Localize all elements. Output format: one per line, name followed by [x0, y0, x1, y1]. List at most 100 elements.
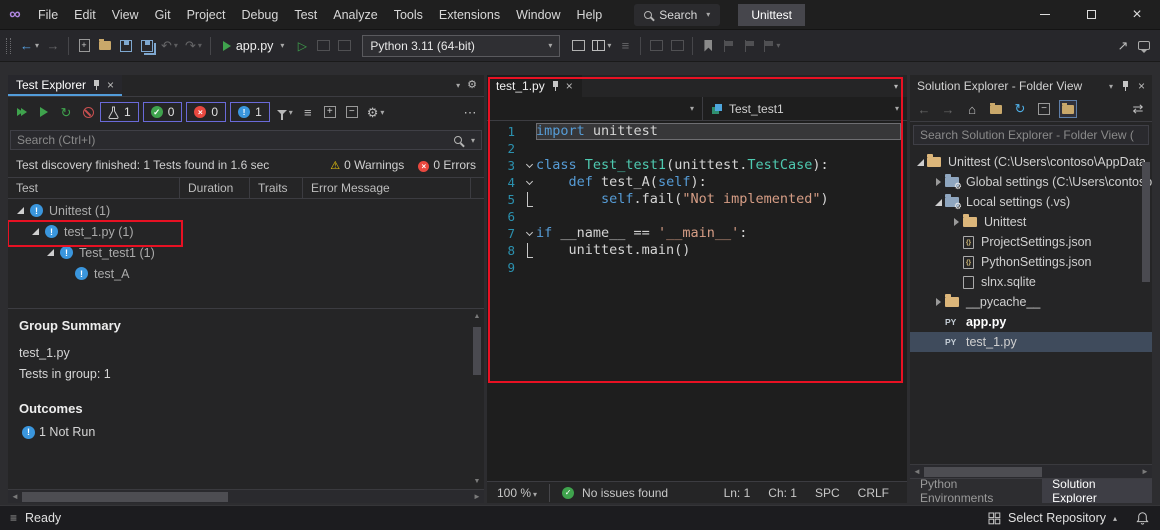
- menu-help[interactable]: Help: [569, 0, 611, 29]
- expander-icon[interactable]: [932, 296, 945, 309]
- test-search-input[interactable]: Search (Ctrl+I) ▾: [10, 130, 482, 150]
- run-all-tests-button[interactable]: [12, 100, 32, 124]
- menu-extensions[interactable]: Extensions: [431, 0, 508, 29]
- window-position-chevron-icon[interactable]: ▾: [1109, 82, 1113, 91]
- switch-views-button[interactable]: [987, 100, 1005, 118]
- vertical-scrollbar[interactable]: [1140, 150, 1152, 462]
- redo-button[interactable]: ↷▾: [182, 34, 205, 58]
- expander-icon[interactable]: [950, 216, 963, 229]
- solution-tree-item[interactable]: Unittest: [910, 212, 1152, 232]
- environment-dropdown[interactable]: Python 3.11 (64-bit) ▾: [362, 35, 560, 57]
- menu-test[interactable]: Test: [286, 0, 325, 29]
- refresh-button[interactable]: ↻: [1011, 100, 1029, 118]
- menu-edit[interactable]: Edit: [66, 0, 104, 29]
- navigate-forward-button[interactable]: →: [939, 100, 957, 118]
- scrollbar-track[interactable]: [924, 465, 1138, 478]
- code-line[interactable]: 4 def test_A(self):: [487, 174, 907, 191]
- column-header-test[interactable]: Test: [8, 178, 180, 198]
- scrollbar-thumb[interactable]: [1142, 162, 1150, 282]
- navigate-back-button[interactable]: ←▾: [17, 34, 42, 58]
- repeat-last-run-button[interactable]: ↻: [56, 100, 76, 124]
- horizontal-scrollbar[interactable]: ◄ ►: [910, 464, 1152, 478]
- code-line[interactable]: 8 unittest.main(): [487, 242, 907, 259]
- collapse-all-button[interactable]: −: [342, 100, 362, 124]
- live-share-button[interactable]: ↗: [1113, 34, 1133, 58]
- errors-indicator[interactable]: ×0 Errors: [418, 158, 476, 172]
- cancel-test-run-button[interactable]: [78, 100, 98, 124]
- select-repository-button[interactable]: Select Repository ▴: [988, 511, 1117, 525]
- zoom-dropdown[interactable]: 100 %▾: [497, 486, 537, 500]
- column-header-traits[interactable]: Traits: [250, 178, 303, 198]
- column-indicator[interactable]: Ch: 1: [768, 486, 797, 500]
- scroll-right-arrow[interactable]: ►: [470, 492, 484, 501]
- tab-test-1-py[interactable]: test_1.py ×: [487, 75, 582, 97]
- filter-button[interactable]: ▾: [274, 100, 296, 124]
- collapse-all-button[interactable]: −: [1035, 100, 1053, 118]
- window-layout-button[interactable]: ▾: [589, 34, 614, 58]
- solution-tree-item[interactable]: PYtest_1.py: [910, 332, 1152, 352]
- navigate-forward-button[interactable]: →: [43, 34, 63, 58]
- panel-tab-solution-explorer[interactable]: Solution Explorer: [1042, 479, 1152, 503]
- filter-passed-tests-button[interactable]: ✓0: [143, 102, 183, 122]
- solution-tree-item[interactable]: ⚙Local settings (.vs): [910, 192, 1152, 212]
- test-settings-button[interactable]: ⚙▾: [364, 100, 388, 124]
- document-list-chevron-icon[interactable]: ▾: [885, 75, 907, 97]
- line-indicator[interactable]: Ln: 1: [724, 486, 751, 500]
- menu-analyze[interactable]: Analyze: [325, 0, 385, 29]
- close-button[interactable]: ×: [1114, 0, 1160, 29]
- filter-notrun-tests-button[interactable]: !1: [230, 102, 270, 122]
- scroll-left-arrow[interactable]: ◄: [910, 467, 924, 476]
- expander-icon[interactable]: [29, 225, 42, 238]
- gear-icon[interactable]: ⚙: [467, 80, 477, 91]
- solution-tree-item[interactable]: ⚙Global settings (C:\Users\contoso: [910, 172, 1152, 192]
- expander-icon[interactable]: [932, 176, 945, 189]
- code-line[interactable]: 6: [487, 208, 907, 225]
- menu-git[interactable]: Git: [147, 0, 179, 29]
- scrollbar-thumb[interactable]: [473, 327, 481, 375]
- home-button[interactable]: ⌂: [963, 100, 981, 118]
- fold-chevron-icon[interactable]: [523, 174, 536, 191]
- debug-attach-button[interactable]: [313, 34, 333, 58]
- pin-icon[interactable]: [92, 79, 101, 91]
- scrollbar-thumb[interactable]: [22, 492, 228, 502]
- expander-icon[interactable]: [14, 204, 27, 217]
- test-tree-item[interactable]: !test_A: [8, 263, 484, 284]
- code-line[interactable]: 9: [487, 259, 907, 276]
- scrollbar-thumb[interactable]: [924, 467, 1042, 477]
- clear-bookmarks-button[interactable]: ▾: [761, 34, 783, 58]
- save-all-button[interactable]: [137, 34, 157, 58]
- folder-view-toggle-button[interactable]: [1059, 100, 1077, 118]
- close-icon[interactable]: ×: [566, 79, 573, 93]
- filter-all-tests-button[interactable]: 1: [100, 102, 139, 122]
- step-over-button[interactable]: [646, 34, 666, 58]
- solution-tree-item[interactable]: {}ProjectSettings.json: [910, 232, 1152, 252]
- start-debugging-button[interactable]: app.py ▾: [216, 34, 292, 58]
- maximize-button[interactable]: [1068, 0, 1114, 29]
- menu-project[interactable]: Project: [179, 0, 234, 29]
- test-tree-item[interactable]: !Unittest (1): [8, 200, 484, 221]
- test-tree-item[interactable]: !Test_test1 (1): [8, 242, 484, 263]
- expander-icon[interactable]: [914, 156, 927, 169]
- warnings-indicator[interactable]: ⚠0 Warnings: [330, 158, 404, 172]
- open-file-button[interactable]: [95, 34, 115, 58]
- new-project-button[interactable]: +: [74, 34, 94, 58]
- scroll-down-arrow[interactable]: ▼: [471, 478, 483, 485]
- run-tests-button[interactable]: [34, 100, 54, 124]
- feedback-button[interactable]: [1134, 34, 1154, 58]
- title-search-button[interactable]: Search ▾: [634, 4, 720, 26]
- window-position-chevron-icon[interactable]: ▾: [456, 81, 460, 90]
- step-into-button[interactable]: [667, 34, 687, 58]
- vertical-scrollbar[interactable]: ▲ ▼: [471, 313, 483, 485]
- scroll-right-arrow[interactable]: ►: [1138, 467, 1152, 476]
- group-by-button[interactable]: ≡: [298, 100, 318, 124]
- code-line[interactable]: 2: [487, 140, 907, 157]
- scroll-left-arrow[interactable]: ◄: [8, 492, 22, 501]
- expander-icon[interactable]: [932, 196, 945, 209]
- close-icon[interactable]: ×: [1138, 79, 1145, 93]
- expander-icon[interactable]: [44, 246, 57, 259]
- fold-chevron-icon[interactable]: [523, 225, 536, 242]
- bookmark-button[interactable]: [698, 34, 718, 58]
- test-tree-item[interactable]: !test_1.py (1): [8, 221, 484, 242]
- notifications-bell-icon[interactable]: [1135, 511, 1150, 526]
- toolbar-grip[interactable]: [6, 38, 11, 54]
